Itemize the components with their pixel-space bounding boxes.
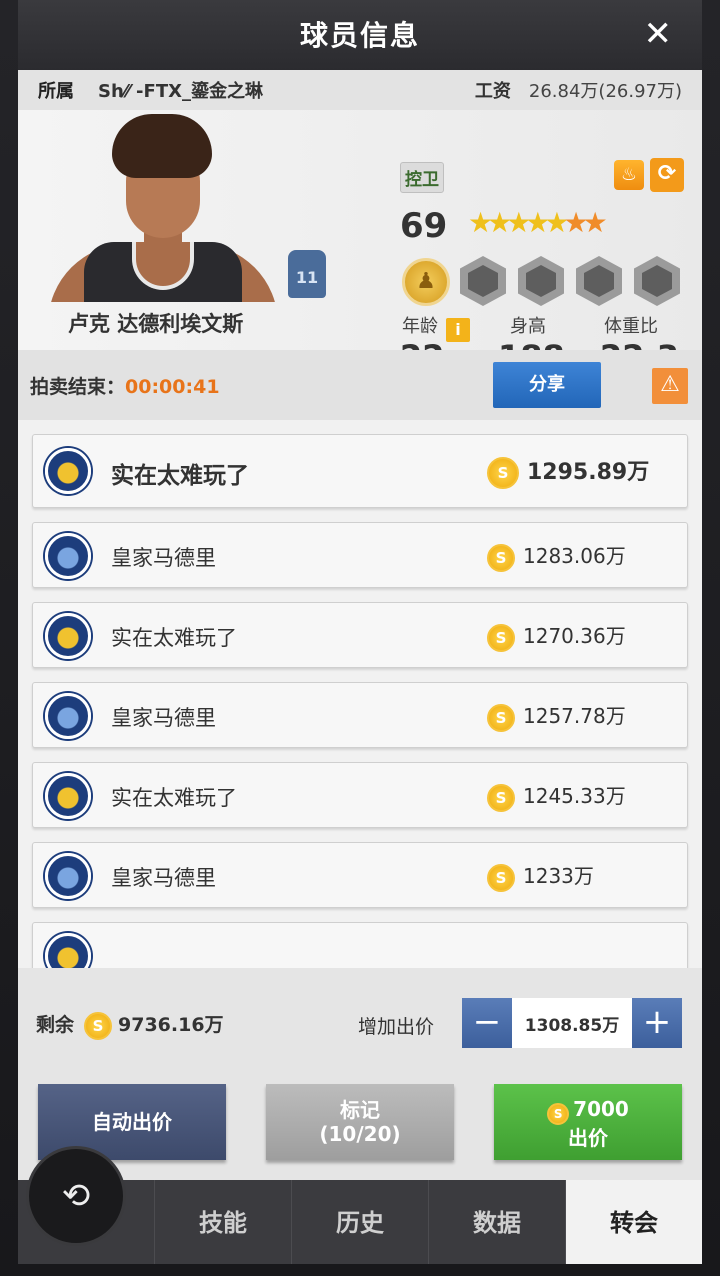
bid-row[interactable]: 实在太难玩了 S 1245.33万 (32, 762, 688, 828)
bid-amount-value: 1295.89万 (527, 460, 650, 485)
coin-icon: S (547, 1103, 570, 1125)
bid-amount-input[interactable] (512, 998, 632, 1048)
coin-icon: S (487, 457, 519, 489)
remain-value: 9736.16万 (118, 1014, 224, 1036)
team-logo-icon (45, 693, 91, 739)
remaining-balance: 剩余 S 9736.16万 (36, 1010, 224, 1040)
close-icon[interactable]: ✕ (644, 14, 673, 54)
player-avatar (48, 114, 278, 302)
team-name: Sh⁄⁄ -FTX_鎏金之琳 (98, 81, 263, 102)
title-bar: 球员信息 ✕ (18, 0, 702, 70)
bid-row[interactable]: 皇家马德里 S 1257.78万 (32, 682, 688, 748)
share-button[interactable]: 分享 (493, 362, 601, 408)
bid-row[interactable] (32, 922, 688, 968)
team-logo-icon (45, 533, 91, 579)
bid-amount-value: 1283.06万 (523, 544, 626, 568)
tab-transfer[interactable]: 转会 (566, 1180, 702, 1264)
bid-price: 7000 (573, 1097, 629, 1121)
bid-row[interactable]: 实在太难玩了 S 1270.36万 (32, 602, 688, 668)
bid-list[interactable]: 实在太难玩了 S 1295.89万 皇家马德里 S 1283.06万 实在太难玩了 S 1270… (18, 420, 702, 968)
bid-team-name: 皇家马德里 (111, 706, 216, 730)
bid-team-name: 皇家马德里 (111, 866, 216, 890)
mark-button[interactable]: 标记 (10/20) (266, 1084, 454, 1160)
bid-label: 出价 (568, 1126, 608, 1150)
player-name: 卢克 达德利埃文斯 (68, 312, 244, 336)
tab-skills[interactable]: 技能 (155, 1180, 292, 1264)
star-rating: ★★★★★★★ (468, 206, 608, 239)
rotate-screen-icon[interactable]: ⟲ (26, 1146, 126, 1246)
height-label: 身高 (510, 316, 546, 337)
team-logo-icon (45, 933, 91, 968)
bid-amount: S 1270.36万 (487, 620, 626, 652)
bid-team-name: 皇家马德里 (111, 546, 216, 570)
weight-ratio-label: 体重比 (604, 316, 658, 337)
coin-icon: S (487, 783, 515, 812)
bid-controls: 剩余S9736.16万 增加出价 − + 自动出价 标记(10/20) S700… (18, 968, 702, 1180)
bid-amount-value: 1270.36万 (523, 624, 626, 648)
team-logo-icon (45, 853, 91, 899)
auction-label: 拍卖结束： (30, 376, 126, 398)
fire-icon[interactable]: ♨ (614, 160, 644, 190)
position-badge: 控卫 (400, 162, 444, 193)
coin-icon: S (487, 543, 515, 572)
player-rating: 69 (400, 206, 448, 246)
team-label: 所属 (38, 81, 74, 102)
remain-label: 剩余 (36, 1014, 75, 1036)
salary-label: 工资 (474, 81, 511, 102)
empty-badge-icon[interactable] (460, 256, 506, 306)
empty-badge-icon[interactable] (518, 256, 564, 306)
bid-amount-value: 1257.78万 (523, 704, 626, 728)
decrease-bid-button[interactable]: − (462, 998, 512, 1048)
auction-countdown: 拍卖结束：00:00:41 (30, 372, 220, 399)
coin-icon: S (487, 703, 515, 732)
mark-label: 标记 (340, 1098, 380, 1122)
bid-amount: S 1245.33万 (487, 780, 626, 812)
tab-history[interactable]: 历史 (292, 1180, 429, 1264)
player-card: 11 卢克 达德利埃文斯 控卫 ♨ ⟳ 69 ★★★★★★★ ♟ 年龄i 22 … (18, 110, 702, 376)
page-title: 球员信息 (299, 19, 420, 52)
player-medal-icon[interactable]: ♟ (402, 258, 450, 306)
auction-time: 00:00:41 (125, 376, 220, 398)
team-logo-icon (45, 773, 91, 819)
increase-bid-button[interactable]: + (632, 998, 682, 1048)
orange-stars: ★★ (563, 206, 608, 239)
warning-icon[interactable]: ⚠ (652, 368, 688, 404)
bid-team-name: 实在太难玩了 (111, 626, 237, 650)
empty-badge-icon[interactable] (576, 256, 622, 306)
bid-team-name: 实在太难玩了 (111, 786, 237, 810)
bid-team-name: 实在太难玩了 (111, 463, 249, 489)
info-bar: 所属 Sh⁄⁄ -FTX_鎏金之琳 工资 26.84万(26.97万) (18, 70, 702, 110)
player-panel: 所属 Sh⁄⁄ -FTX_鎏金之琳 工资 26.84万(26.97万) 11 卢… (18, 70, 702, 1180)
place-bid-button[interactable]: S 7000 出价 (494, 1084, 682, 1160)
swap-icon[interactable]: ⟳ (650, 158, 684, 192)
team-logo-icon (45, 448, 91, 494)
coin-icon: S (487, 623, 515, 652)
raise-bid-label: 增加出价 (358, 1016, 435, 1038)
tab-data[interactable]: 数据 (429, 1180, 566, 1264)
team-logo-icon (45, 613, 91, 659)
info-icon[interactable]: i (446, 318, 470, 342)
bid-amount: S 1233万 (487, 860, 594, 892)
gold-stars: ★★★★★ (468, 206, 569, 239)
bid-amount-value: 1245.33万 (523, 784, 626, 808)
mark-count: (10/20) (319, 1122, 401, 1146)
bid-row[interactable]: 皇家马德里 S 1283.06万 (32, 522, 688, 588)
bid-row[interactable]: 实在太难玩了 S 1295.89万 (32, 434, 688, 508)
jersey-icon: 11 (288, 250, 326, 298)
age-label: 年龄 (402, 316, 438, 337)
coin-icon: S (487, 863, 515, 892)
empty-badge-icon[interactable] (634, 256, 680, 306)
bid-amount-value: 1233万 (523, 864, 594, 888)
bid-amount: S 1257.78万 (487, 700, 626, 732)
salary-value: 26.84万(26.97万) (528, 81, 682, 102)
coin-icon: S (84, 1011, 113, 1040)
bid-row[interactable]: 皇家马德里 S 1233万 (32, 842, 688, 908)
bid-amount: S 1295.89万 (487, 454, 649, 489)
auction-bar: 拍卖结束：00:00:41 分享 ⚠ (18, 350, 702, 420)
bid-amount: S 1283.06万 (487, 540, 626, 572)
